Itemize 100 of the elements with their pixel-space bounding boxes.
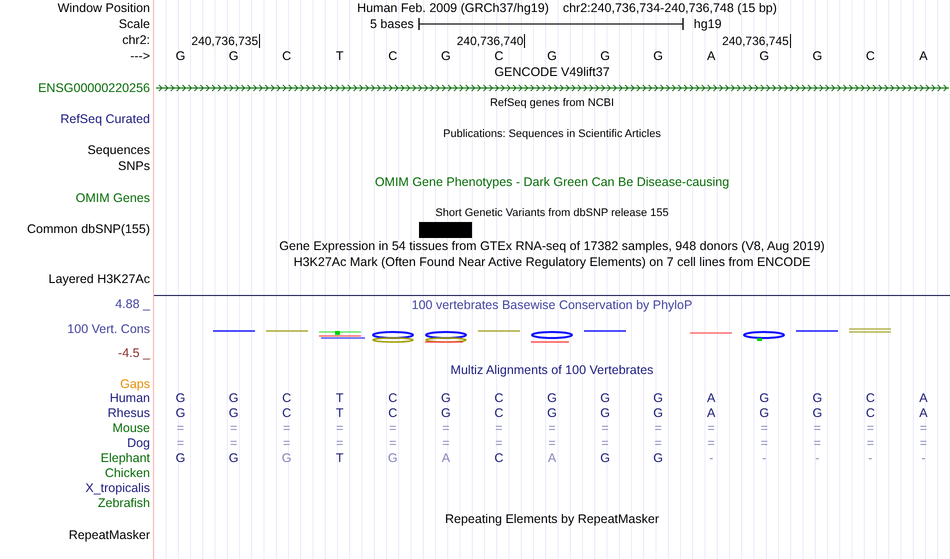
scale-bar-icon (418, 17, 684, 31)
alignment-base: - (868, 452, 872, 465)
track-label[interactable]: SNPs (118, 160, 150, 172)
alignment-base: C (494, 407, 504, 420)
alignment-base: C (388, 407, 398, 420)
alignment-base: G (653, 407, 663, 420)
alignment-base: G (600, 452, 610, 465)
alignment-base: G (228, 407, 238, 420)
alignment-base: = (176, 437, 184, 450)
track-label[interactable]: RepeatMasker (68, 528, 150, 542)
alignment-base: G (600, 392, 610, 405)
track-title: Publications: Sequences in Scientific Articles (443, 129, 661, 140)
alignment-base: G (176, 407, 186, 420)
sequence-base: G (228, 50, 238, 63)
alignment-base: C (282, 392, 292, 405)
alignment-base: G (547, 407, 557, 420)
track-label[interactable]: Dog (127, 437, 150, 450)
alignment-base: = (442, 422, 450, 435)
track-label[interactable]: Human (110, 392, 150, 405)
sequence-base: G (653, 50, 663, 63)
alignment-base: = (760, 422, 768, 435)
track-label[interactable]: X_tropicalis (85, 482, 150, 495)
assembly-text: Human Feb. 2009 (GRCh37/hg19) (357, 2, 549, 14)
alignment-base: C (282, 407, 292, 420)
sequence-base: C (282, 50, 292, 63)
track-label[interactable]: Sequences (87, 144, 150, 156)
sequence-base: G (547, 50, 557, 63)
alignment-base: C (494, 392, 504, 405)
alignment-base: A (442, 452, 450, 465)
alignment-base: = (708, 422, 715, 435)
row-label: Scale (118, 18, 150, 30)
track-label[interactable]: 100 Vert. Cons (67, 323, 150, 336)
track-label[interactable]: Zebrafish (98, 497, 150, 510)
track-title: H3K27Ac Mark (Often Found Near Active Regulatory Elements) on 7 cell lines from ENCODE (294, 256, 810, 268)
alignment-base: = (708, 437, 715, 450)
sequence-base: C (494, 50, 504, 63)
alignment-base: = (176, 422, 184, 435)
snp-block[interactable] (419, 222, 472, 238)
alignment-base: = (495, 437, 503, 450)
position-text: chr2:240,736,734-240,736,748 (15 bp) (562, 2, 777, 14)
track-label[interactable]: ENSG00000220256 (38, 82, 150, 94)
ruler-tick: 240,736,735 (191, 34, 260, 48)
track-title: OMIM Gene Phenotypes - Dark Green Can Be Disease-causing (374, 176, 730, 188)
alignment-base: = (866, 437, 874, 450)
alignment-base: = (548, 437, 556, 450)
alignment-base: = (283, 422, 290, 435)
alignment-base: - (815, 452, 820, 465)
alignment-base: = (389, 422, 396, 435)
alignment-base: = (283, 437, 290, 450)
alignment-base: G (228, 392, 238, 405)
alignment-base: = (336, 437, 344, 450)
track-label[interactable]: -4.5 _ (118, 347, 150, 360)
track-title: Short Genetic Variants from dbSNP release 155 (435, 208, 669, 219)
alignment-base: = (760, 437, 768, 450)
alignment-base: G (440, 407, 451, 420)
track-label[interactable]: Rhesus (108, 407, 150, 420)
track-label[interactable]: Chicken (104, 467, 150, 480)
track-label[interactable]: Layered H3K27Ac (48, 273, 150, 286)
sequence-base: A (919, 50, 928, 63)
alignment-base: C (866, 392, 875, 405)
track-title: 100 vertebrates Basewise Conservation by PhyloP (412, 298, 692, 312)
alignment-base: = (548, 422, 556, 435)
alignment-base: T (336, 392, 344, 405)
track-label[interactable]: 4.88 _ (115, 298, 150, 311)
alignment-base: = (601, 422, 609, 435)
track-title: Multiz Alignments of 100 Vertebrates (450, 364, 654, 376)
alignment-base: G (388, 452, 398, 465)
alignment-base: = (814, 437, 821, 450)
alignment-base: = (230, 422, 238, 435)
alignment-base: T (336, 407, 344, 420)
alignment-base: G (759, 392, 770, 405)
track-label[interactable]: OMIM Genes (76, 192, 150, 204)
alignment-base: G (653, 392, 663, 405)
alignment-base: T (336, 452, 344, 465)
alignment-base: G (547, 392, 557, 405)
alignment-base: G (812, 392, 822, 405)
alignment-base: = (920, 437, 928, 450)
alignment-base: C (388, 392, 398, 405)
sequence-base: C (866, 50, 875, 63)
track-label[interactable]: Elephant (100, 452, 150, 465)
alignment-base: = (442, 437, 450, 450)
alignment-base: = (495, 422, 503, 435)
alignment-base: = (866, 422, 874, 435)
alignment-base: C (866, 407, 875, 420)
row-label: ---> (130, 50, 150, 63)
alignment-base: - (709, 452, 714, 465)
alignment-base: - (921, 452, 926, 465)
track-label[interactable]: Mouse (112, 422, 150, 435)
alignment-base: A (548, 452, 556, 465)
alignment-base: G (282, 452, 292, 465)
alignment-base: G (228, 452, 238, 465)
alignment-base: A (919, 392, 928, 405)
ruler-tick: 240,736,740 (456, 34, 526, 48)
alignment-base: G (176, 392, 186, 405)
track-title: GENCODE V49lift37 (494, 66, 610, 78)
alignment-base: G (812, 407, 822, 420)
alignment-base: C (494, 452, 504, 465)
ruler-tick: 240,736,745 (722, 34, 791, 48)
track-label[interactable]: Common dbSNP(155) (27, 223, 150, 236)
track-label[interactable]: RefSeq Curated (60, 112, 150, 126)
